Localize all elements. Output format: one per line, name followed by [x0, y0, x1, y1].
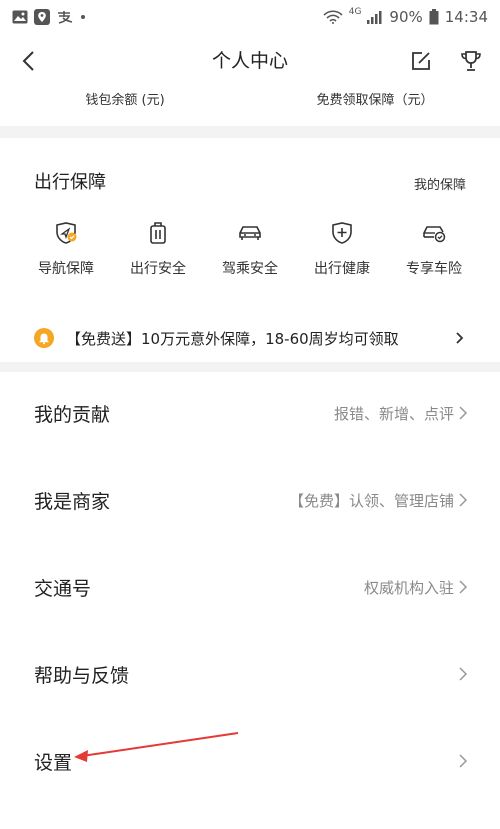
protect-item-car-insurance[interactable]: 专享车险 — [388, 220, 480, 280]
status-bar: 4G 90% 14:34 — [0, 0, 500, 34]
protect-item-label: 导航保障 — [38, 261, 94, 277]
promo-text: 【免费送】10万元意外保障，18-60周岁均可领取 — [66, 330, 399, 348]
menu-item-title: 我是商家 — [34, 491, 111, 513]
battery-icon — [429, 9, 439, 25]
protect-item-travel-safety[interactable]: 出行安全 — [112, 220, 204, 280]
chevron-right-icon — [458, 491, 468, 509]
nav-bar: 个人中心 — [0, 34, 500, 88]
car-icon — [237, 220, 263, 246]
signal-icon — [367, 10, 383, 24]
protect-item-label: 专享车险 — [406, 261, 462, 277]
status-left — [12, 9, 86, 25]
my-protection-link[interactable]: 我的保障 — [414, 174, 466, 193]
chevron-right-icon — [458, 578, 468, 596]
menu-list: 我的贡献 报错、新增、点评 我是商家 【免费】认领、管理店铺 交通号 权威机构入… — [0, 370, 500, 805]
protect-item-label: 出行健康 — [314, 261, 370, 277]
menu-item-title: 设置 — [34, 752, 73, 774]
menu-item-traffic-account[interactable]: 交通号 权威机构入驻 — [0, 544, 500, 631]
battery-percent: 90% — [389, 8, 423, 26]
health-shield-icon — [329, 220, 355, 246]
menu-item-title: 帮助与反馈 — [34, 665, 130, 687]
menu-item-title: 交通号 — [34, 578, 92, 600]
status-right: 4G 90% 14:34 — [323, 7, 488, 26]
status-time: 14:34 — [444, 8, 488, 26]
chevron-right-icon — [454, 328, 466, 348]
alipay-icon — [56, 10, 74, 24]
protect-item-navigation[interactable]: 导航保障 — [20, 220, 112, 280]
menu-item-help-feedback[interactable]: 帮助与反馈 — [0, 631, 500, 718]
wallet-balance-label[interactable]: 钱包余额 (元) — [0, 88, 250, 120]
wifi-icon — [323, 10, 343, 24]
protect-item-driving-safety[interactable]: 驾乘安全 — [204, 220, 296, 280]
luggage-icon — [145, 220, 171, 246]
menu-item-merchant[interactable]: 我是商家 【免费】认领、管理店铺 — [0, 457, 500, 544]
menu-item-contribution[interactable]: 我的贡献 报错、新增、点评 — [0, 370, 500, 457]
image-icon — [12, 10, 28, 24]
protection-items: 导航保障 出行安全 驾乘安全 出行健康 专享车险 — [20, 220, 480, 280]
protect-item-label: 出行安全 — [130, 261, 186, 277]
section-title: 出行保障 — [34, 172, 106, 193]
menu-item-subtitle: 权威机构入驻 — [363, 579, 454, 597]
navigation-shield-icon — [53, 220, 79, 246]
free-protect-label[interactable]: 免费领取保障（元） — [250, 88, 500, 120]
promo-banner[interactable]: 【免费送】10万元意外保障，18-60周岁均可领取 — [0, 316, 500, 360]
menu-item-title: 我的贡献 — [34, 404, 111, 426]
dot-icon — [80, 14, 86, 20]
network-type: 4G — [348, 7, 362, 17]
chevron-right-icon — [458, 404, 468, 422]
divider — [0, 126, 500, 138]
menu-item-subtitle: 报错、新增、点评 — [333, 405, 454, 423]
wallet-row: 钱包余额 (元) 免费领取保障（元） — [0, 88, 500, 120]
car-insurance-icon — [421, 220, 447, 246]
protect-item-label: 驾乘安全 — [222, 261, 278, 277]
menu-item-settings[interactable]: 设置 — [0, 718, 500, 805]
edit-icon[interactable] — [408, 48, 434, 74]
location-icon — [34, 9, 50, 25]
menu-item-subtitle: 【免费】认领、管理店铺 — [288, 492, 454, 510]
chevron-right-icon — [458, 665, 468, 683]
chevron-right-icon — [458, 752, 468, 770]
travel-protection-section: 出行保障 我的保障 导航保障 出行安全 驾乘安全 出行健康 专享车险 【免费送】… — [0, 140, 500, 362]
protect-item-travel-health[interactable]: 出行健康 — [296, 220, 388, 280]
bell-icon — [34, 328, 54, 348]
trophy-icon[interactable] — [458, 48, 484, 74]
